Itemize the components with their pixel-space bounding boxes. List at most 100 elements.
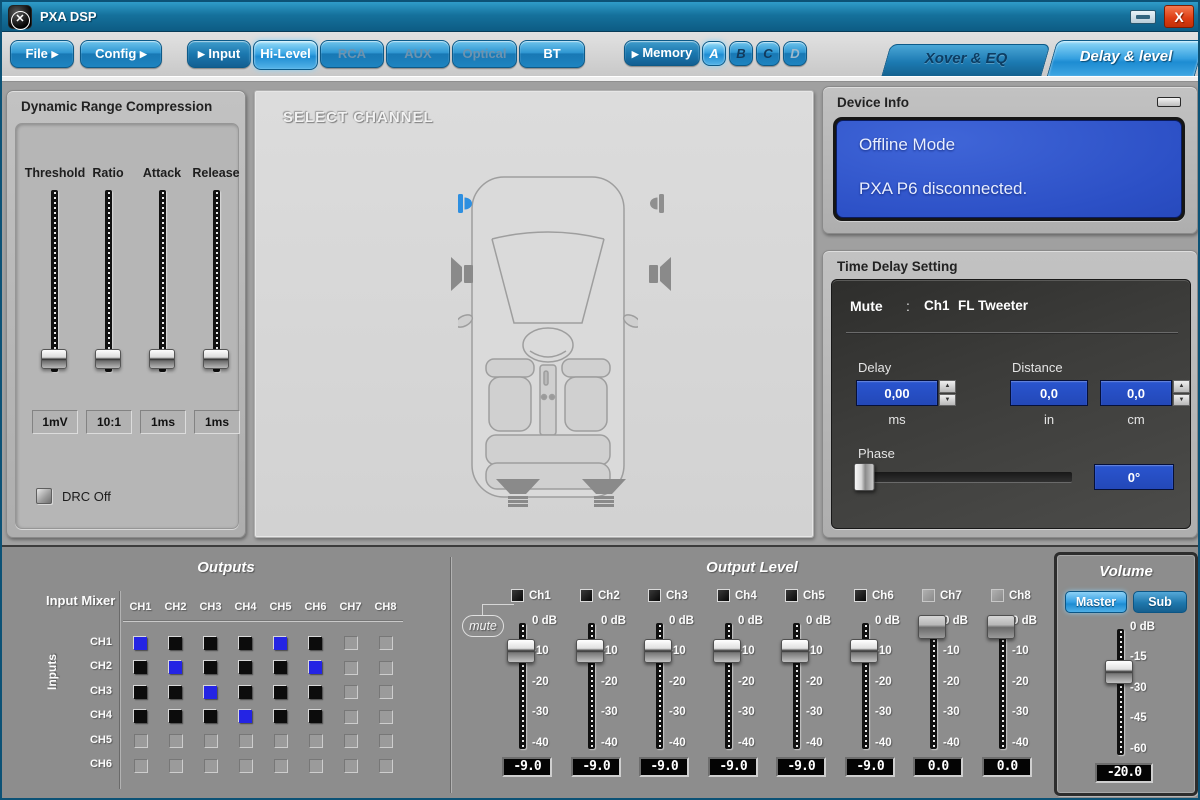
matrix-cell[interactable] [134, 661, 147, 674]
front-left-tweeter-speaker[interactable] [456, 193, 474, 214]
app-logo-icon: ✕ [8, 5, 32, 29]
channel-fader-handle[interactable] [850, 639, 878, 663]
channel-mute-checkbox[interactable] [717, 589, 730, 602]
front-left-woofer-speaker[interactable] [451, 257, 478, 291]
matrix-cell[interactable] [204, 637, 217, 650]
file-menu-button[interactable]: File ▶ [10, 40, 74, 68]
channel-mute-checkbox[interactable] [648, 589, 661, 602]
outputs-title: Outputs [2, 559, 450, 576]
tab-xover-eq[interactable]: Xover & EQ [886, 44, 1046, 76]
collapse-icon[interactable] [1157, 97, 1181, 107]
matrix-cell[interactable] [204, 710, 217, 723]
matrix-cell[interactable] [309, 661, 322, 674]
threshold-slider-handle[interactable] [41, 349, 67, 369]
matrix-cell[interactable] [169, 710, 182, 723]
matrix-cell [344, 734, 358, 748]
phase-slider-handle[interactable] [854, 463, 875, 491]
matrix-cell[interactable] [239, 661, 252, 674]
input-tab-bt[interactable]: BT [519, 40, 585, 68]
left-subwoofer-speaker[interactable] [495, 479, 541, 509]
channel-fader-handle[interactable] [781, 639, 809, 663]
selected-channel-name: FL Tweeter [958, 298, 1028, 313]
scale-tick-label: -30 [669, 707, 686, 719]
spin-up-icon[interactable]: ▲ [1173, 380, 1190, 393]
input-menu-button[interactable]: ▶ Input [187, 40, 251, 68]
minimize-button[interactable] [1130, 10, 1156, 24]
channel-mute-checkbox[interactable] [785, 589, 798, 602]
matrix-cell [204, 734, 218, 748]
front-right-tweeter-speaker[interactable] [648, 193, 666, 214]
spin-up-icon[interactable]: ▲ [939, 380, 956, 393]
distance-cm-field[interactable]: 0,0 [1100, 380, 1172, 406]
matrix-cell[interactable] [309, 710, 322, 723]
ratio-slider-handle[interactable] [95, 349, 121, 369]
chevron-right-icon: ▶ [140, 49, 147, 59]
memory-slot-c[interactable]: C [756, 41, 780, 66]
bottom-section: Outputs Input Mixer CH1 CH2 CH3 CH4 CH5 … [2, 545, 1198, 798]
volume-sub-button[interactable]: Sub [1133, 591, 1187, 613]
input-tab-aux[interactable]: AUX [386, 40, 450, 68]
window-title: PXA DSP [40, 9, 97, 24]
memory-slot-a[interactable]: A [702, 41, 726, 66]
matrix-cell [379, 636, 393, 650]
matrix-cell[interactable] [309, 686, 322, 699]
channel-fader-handle[interactable] [918, 615, 946, 639]
matrix-cell [134, 734, 148, 748]
channel-fader-handle[interactable] [576, 639, 604, 663]
delay-unit: ms [856, 412, 938, 427]
scale-tick-label: -30 [601, 707, 618, 719]
channel-fader-handle[interactable] [713, 639, 741, 663]
matrix-cell[interactable] [134, 710, 147, 723]
matrix-cell[interactable] [134, 637, 147, 650]
matrix-cell[interactable] [274, 686, 287, 699]
channel-fader-handle[interactable] [644, 639, 672, 663]
channel-fader-handle[interactable] [507, 639, 535, 663]
matrix-cell[interactable] [169, 661, 182, 674]
channel-mute-checkbox[interactable] [854, 589, 867, 602]
channel-fader-handle[interactable] [987, 615, 1015, 639]
matrix-cell[interactable] [239, 637, 252, 650]
memory-menu-button[interactable]: ▶ Memory [624, 40, 700, 66]
matrix-cell[interactable] [239, 686, 252, 699]
matrix-cell[interactable] [309, 637, 322, 650]
matrix-cell[interactable] [169, 637, 182, 650]
matrix-cell[interactable] [134, 686, 147, 699]
memory-slot-b[interactable]: B [729, 41, 753, 66]
matrix-cell[interactable] [274, 710, 287, 723]
matrix-cell[interactable] [239, 710, 252, 723]
phase-value[interactable]: 0° [1094, 464, 1174, 490]
front-right-woofer-speaker[interactable] [644, 257, 671, 291]
spin-down-icon[interactable]: ▼ [939, 394, 956, 407]
scale-tick-label: -20 [532, 677, 549, 689]
matrix-cell[interactable] [274, 637, 287, 650]
input-tab-hi-level[interactable]: Hi-Level [253, 40, 318, 70]
drc-off-button[interactable] [36, 488, 52, 504]
memory-slot-d[interactable]: D [783, 41, 807, 66]
volume-fader-handle[interactable] [1105, 660, 1133, 684]
spin-down-icon[interactable]: ▼ [1173, 394, 1190, 407]
release-slider-handle[interactable] [203, 349, 229, 369]
input-tab-rca[interactable]: RCA [320, 40, 384, 68]
matrix-cell[interactable] [274, 661, 287, 674]
right-subwoofer-speaker[interactable] [581, 479, 627, 509]
distance-in-field[interactable]: 0,0 [1010, 380, 1088, 406]
matrix-cell[interactable] [204, 686, 217, 699]
close-button[interactable]: X [1164, 5, 1194, 28]
config-menu-button[interactable]: Config ▶ [80, 40, 162, 68]
matrix-cell[interactable] [204, 661, 217, 674]
attack-slider-handle[interactable] [149, 349, 175, 369]
channel-mute-checkbox[interactable] [511, 589, 524, 602]
matrix-cell[interactable] [169, 686, 182, 699]
matrix-cell [379, 759, 393, 773]
scale-tick-label: 0 dB [738, 616, 763, 628]
channel-level-display: -9.0 [776, 757, 826, 777]
volume-master-button[interactable]: Master [1065, 591, 1127, 613]
delay-label: Delay [858, 360, 891, 375]
input-tab-optical[interactable]: Optical [452, 40, 517, 68]
select-channel-title: SELECT CHANNEL [283, 109, 434, 126]
matrix-cell [274, 734, 288, 748]
channel-mute-checkbox[interactable] [580, 589, 593, 602]
scale-tick-label: 0 dB [532, 616, 557, 628]
delay-value-field[interactable]: 0,00 [856, 380, 938, 406]
tab-delay-level[interactable]: Delay & level [1052, 40, 1200, 76]
